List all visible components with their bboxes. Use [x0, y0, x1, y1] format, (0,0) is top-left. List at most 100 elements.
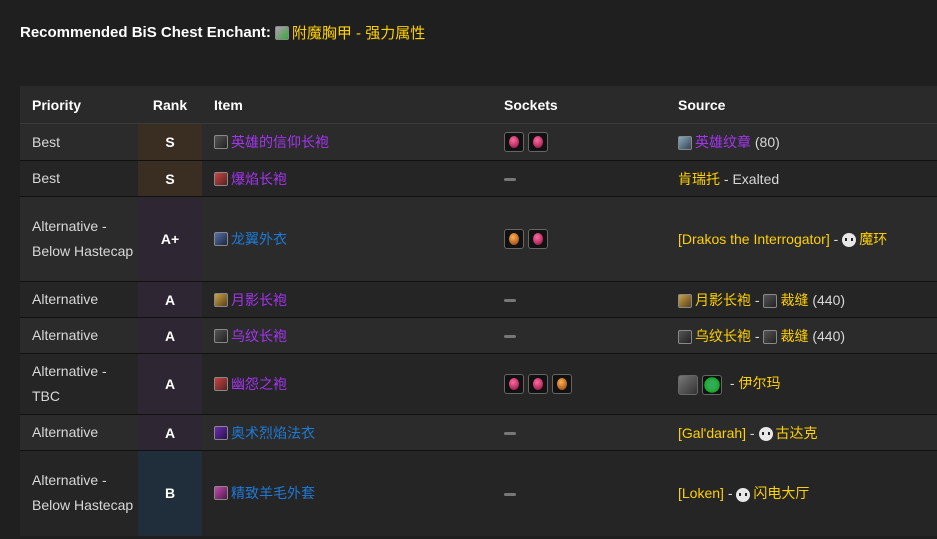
priority-cell: Alternative [20, 414, 138, 451]
source-instance-link[interactable]: 古达克 [776, 425, 818, 441]
tailoring-icon [763, 329, 778, 344]
rank-badge: A [138, 414, 202, 451]
source-separator: - [751, 327, 764, 344]
sockets-cell [492, 450, 666, 536]
source-cell: 月影长袍 - 裁缝 (440) [666, 281, 937, 318]
red-gem-socket-icon[interactable] [528, 374, 548, 394]
no-sockets-dash [504, 299, 516, 303]
item-icon [214, 425, 228, 440]
rank-badge: A [138, 281, 202, 318]
item-name[interactable]: 奥术烈焰法衣 [231, 423, 315, 443]
item-name[interactable]: 龙翼外衣 [231, 229, 287, 249]
source-cell: [Drakos the Interrogator] - 魔环 [666, 196, 937, 282]
item-link[interactable]: 爆焰长袍 [214, 169, 287, 189]
table-row: Best S 英雄的信仰长袍 英雄纹章 (80) [20, 123, 937, 161]
col-item: Item [202, 86, 492, 124]
table-row: Alternative - TBC A 幽怨之袍 - 伊尔玛 [20, 353, 937, 415]
orange-gem-socket-icon[interactable] [552, 374, 572, 394]
source-boss-link[interactable]: [Drakos the Interrogator] [678, 231, 830, 247]
robe-token-icon[interactable] [678, 374, 698, 395]
enchant-label: Recommended BiS Chest Enchant [20, 24, 266, 41]
rank-badge: B [138, 450, 202, 536]
item-link[interactable]: 乌纹长袍 [214, 326, 287, 346]
sockets-cell [492, 281, 666, 318]
item-cell: 奥术烈焰法衣 [202, 414, 492, 451]
source-separator: - [726, 375, 739, 392]
bis-chest-table: Priority Rank Item Sockets Source Best S 英… [20, 86, 937, 536]
source-profession-link[interactable]: 裁缝 [780, 292, 808, 308]
source-profession-link[interactable]: 裁缝 [780, 328, 808, 344]
item-icon [214, 328, 228, 343]
red-gem-socket-icon[interactable] [528, 132, 548, 152]
sockets-cell [492, 160, 666, 197]
item-link[interactable]: 英雄的信仰长袍 [214, 132, 329, 152]
dungeon-skull-icon [758, 426, 773, 441]
col-priority: Priority [20, 86, 138, 124]
table-header-row: Priority Rank Item Sockets Source [20, 86, 937, 124]
no-sockets-dash [504, 178, 516, 182]
source-pattern-link[interactable]: 乌纹长袍 [695, 328, 751, 344]
orange-gem-socket-icon[interactable] [504, 229, 524, 249]
table-row: Alternative - Below Hastecap B 精致羊毛外套 [Loke… [20, 450, 937, 536]
source-cost: (80) [751, 134, 780, 150]
item-link[interactable]: 精致羊毛外套 [214, 483, 315, 503]
table-row: Alternative - Below Hastecap A+ 龙翼外衣 [Drako… [20, 196, 937, 282]
item-name[interactable]: 爆焰长袍 [231, 169, 287, 189]
col-rank: Rank [138, 86, 202, 124]
item-icon [214, 171, 228, 186]
priority-cell: Best [20, 160, 138, 197]
no-sockets-dash [504, 335, 516, 339]
enchant-scroll-icon [274, 25, 289, 40]
dungeon-skull-icon [736, 487, 751, 502]
item-icon [214, 135, 228, 149]
item-name[interactable]: 精致羊毛外套 [231, 483, 315, 503]
col-source: Source [666, 86, 937, 124]
sockets-cell [492, 123, 666, 161]
source-pattern-link[interactable]: 月影长袍 [695, 292, 751, 308]
source-reputation: - Exalted [720, 170, 780, 187]
item-link[interactable]: 幽怨之袍 [214, 374, 287, 394]
source-currency-link[interactable]: 英雄纹章 [695, 134, 751, 150]
source-instance-link[interactable]: 闪电大厅 [753, 485, 809, 501]
red-gem-socket-icon[interactable] [528, 229, 548, 249]
item-cell: 龙翼外衣 [202, 196, 492, 282]
item-icon [214, 232, 228, 246]
source-boss-link[interactable]: [Gal'darah] [678, 425, 746, 441]
source-cell: 肯瑞托 - Exalted [666, 160, 937, 197]
item-cell: 精致羊毛外套 [202, 450, 492, 536]
source-instance-link[interactable]: 魔环 [859, 231, 887, 247]
source-separator: - [723, 485, 737, 502]
priority-cell: Best [20, 123, 138, 161]
source-separator: - [829, 231, 843, 247]
rank-badge: S [138, 160, 202, 197]
item-icon [214, 486, 228, 501]
item-cell: 英雄的信仰长袍 [202, 123, 492, 161]
item-link[interactable]: 龙翼外衣 [214, 229, 287, 249]
rank-badge: A [138, 317, 202, 354]
red-gem-socket-icon[interactable] [504, 374, 524, 394]
priority-cell: Alternative - Below Hastecap [20, 196, 138, 282]
source-faction-link[interactable]: 肯瑞托 [678, 171, 720, 187]
enchant-recommendation: Recommended BiS Chest Enchant: 附魔胸甲 - 强力… [20, 22, 426, 43]
priority-cell: Alternative [20, 281, 138, 318]
red-gem-socket-icon[interactable] [504, 132, 524, 152]
item-name[interactable]: 乌纹长袍 [231, 326, 287, 346]
ring-token-icon[interactable] [702, 374, 722, 395]
source-boss-link[interactable]: [Loken] [678, 485, 724, 501]
sockets-cell [492, 317, 666, 354]
col-sockets: Sockets [492, 86, 666, 124]
item-name[interactable]: 月影长袍 [231, 290, 287, 310]
enchant-link[interactable]: 附魔胸甲 - 强力属性 [274, 22, 425, 43]
rank-badge: A [138, 353, 202, 415]
item-name[interactable]: 英雄的信仰长袍 [231, 132, 329, 152]
source-skill-level: (440) [808, 327, 846, 344]
item-name[interactable]: 幽怨之袍 [231, 374, 287, 394]
item-link[interactable]: 奥术烈焰法衣 [214, 423, 315, 443]
tailoring-icon [763, 293, 778, 308]
item-link[interactable]: 月影长袍 [214, 290, 287, 310]
sockets-cell [492, 414, 666, 451]
enchant-name[interactable]: 附魔胸甲 - 强力属性 [292, 22, 425, 43]
source-npc-link[interactable]: 伊尔玛 [738, 375, 780, 391]
item-cell: 乌纹长袍 [202, 317, 492, 354]
table-row: Alternative A 奥术烈焰法衣 [Gal'darah] - 古达克 [20, 414, 937, 451]
